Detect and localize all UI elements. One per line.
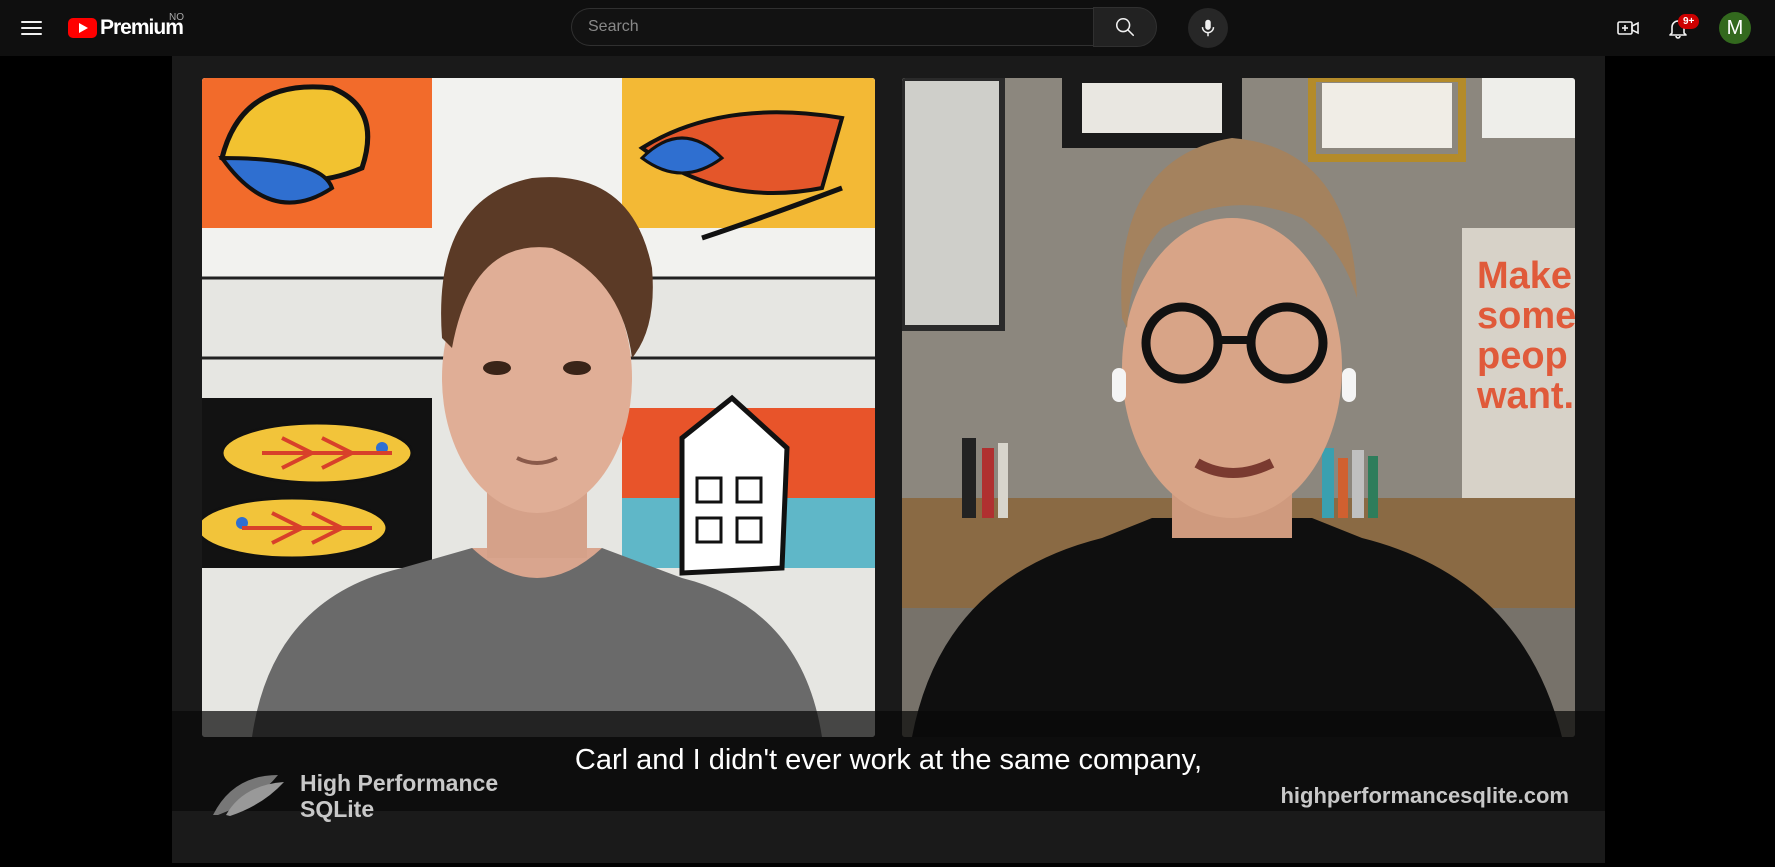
account-avatar[interactable]: M — [1719, 12, 1751, 44]
hamburger-icon-line — [21, 27, 42, 29]
feather-logo-icon — [213, 775, 284, 816]
brand-url-watermark: highperformancesqlite.com — [1280, 783, 1569, 808]
video-caption: Carl and I didn't ever work at the same … — [574, 744, 1203, 776]
create-button[interactable] — [1610, 12, 1646, 44]
video-frame-left-speaker — [202, 78, 875, 737]
svg-text:want.: want. — [1476, 375, 1574, 417]
search-input[interactable] — [571, 8, 1093, 46]
youtube-premium-logo[interactable]: Premium — [68, 15, 184, 41]
hamburger-icon-line — [21, 33, 42, 35]
right-speaker-scene: Make some peop want. — [902, 78, 1575, 737]
svg-text:some: some — [1477, 295, 1575, 337]
microphone-icon — [1201, 19, 1215, 37]
masthead: Premium NO 9+ M — [0, 0, 1775, 56]
brand-name-watermark: High Performance SQLite — [300, 770, 499, 822]
search-button[interactable] — [1093, 7, 1157, 47]
country-code: NO — [169, 12, 184, 23]
background-poster: Make some peop want. — [1476, 255, 1575, 417]
svg-text:Make: Make — [1477, 255, 1572, 297]
create-video-icon — [1617, 21, 1639, 35]
search-box — [571, 7, 1157, 48]
search-icon — [1115, 17, 1135, 37]
video-frame-right-speaker: Make some peop want. — [902, 78, 1575, 737]
svg-text:peop: peop — [1477, 335, 1568, 377]
video-player[interactable]: Make some peop want. High Performance SQ… — [172, 56, 1605, 863]
notification-count-badge: 9+ — [1678, 14, 1700, 29]
left-speaker-scene — [202, 78, 875, 737]
guide-menu-button[interactable] — [16, 12, 48, 44]
youtube-play-icon — [68, 18, 97, 38]
voice-search-button[interactable] — [1188, 8, 1228, 48]
hamburger-icon — [21, 21, 42, 23]
